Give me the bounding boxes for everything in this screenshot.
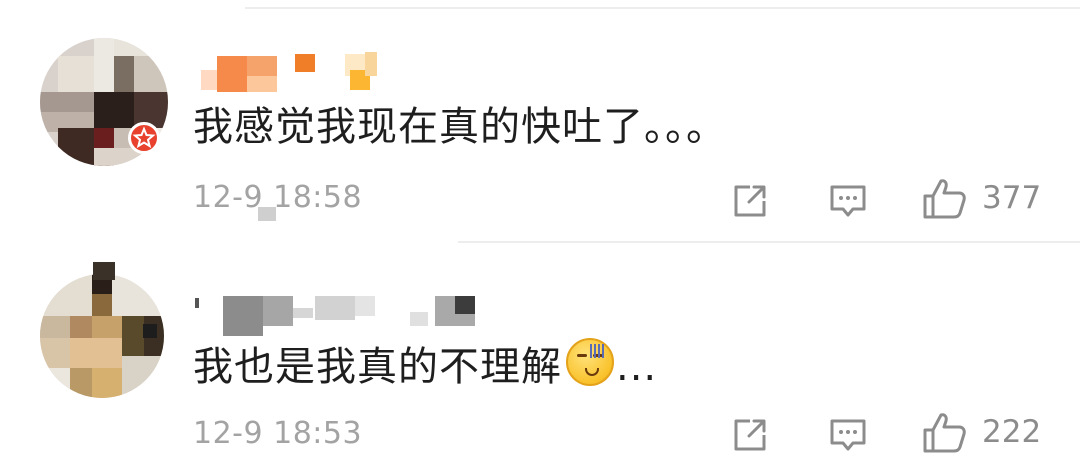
reply-button[interactable] (828, 415, 868, 455)
comment-item-2[interactable]: 我也是我真的不理解... 12-9 18:53 222 (0, 242, 1080, 464)
comment-icon (830, 185, 866, 217)
comment-item-1[interactable]: 我感觉我现在真的快吐了。。。 12-9 18:58 377 (0, 0, 1080, 240)
share-icon (734, 419, 766, 451)
verified-badge-icon (128, 122, 160, 154)
avatar-censor-strip (143, 324, 157, 338)
avatar-censor-strip (93, 262, 115, 280)
like-button[interactable] (922, 410, 968, 456)
like-button[interactable] (922, 176, 968, 222)
share-button[interactable] (730, 181, 770, 221)
like-count: 377 (982, 180, 1042, 216)
username-censored[interactable] (195, 48, 395, 108)
awkward-face-emoji (566, 338, 614, 386)
comment-timestamp: 12-9 18:53 (193, 416, 363, 451)
comment-text-main: 我也是我真的不理解 (193, 344, 562, 390)
comment-text: 我也是我真的不理解... (193, 338, 657, 392)
timestamp-censor (258, 207, 276, 221)
reply-button[interactable] (828, 181, 868, 221)
comment-timestamp: 12-9 18:58 (193, 180, 363, 215)
thumbs-up-icon (923, 413, 966, 453)
comment-icon (830, 419, 866, 451)
like-count: 222 (982, 414, 1042, 450)
thumbs-up-icon (923, 179, 966, 219)
share-icon (734, 185, 766, 217)
comment-text: 我感觉我现在真的快吐了。。。 (193, 104, 727, 150)
share-button[interactable] (730, 415, 770, 455)
comment-text-suffix: ... (616, 344, 658, 390)
